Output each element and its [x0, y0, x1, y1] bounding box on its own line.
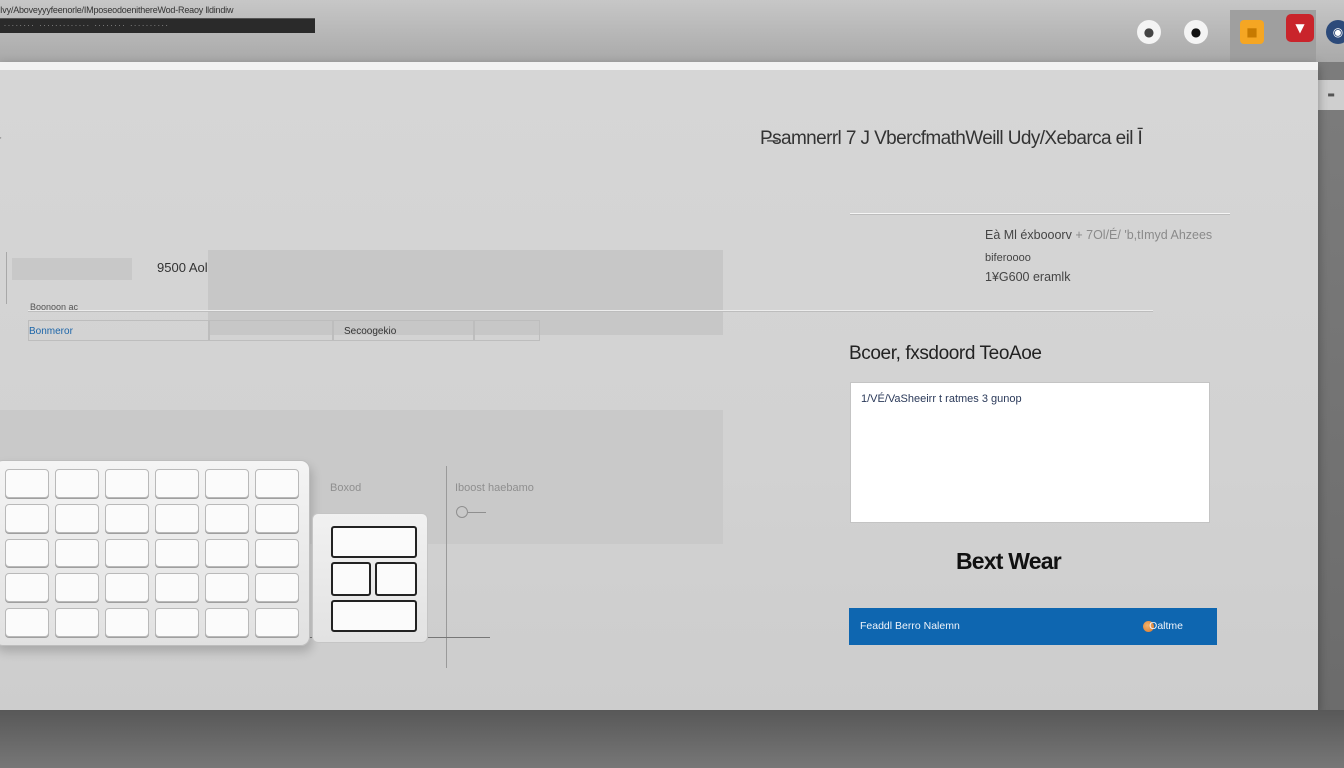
key — [105, 503, 149, 533]
window-title: Ivy/Aboveyyyfeenorle/IMposeodoenithereWo… — [0, 5, 234, 15]
key — [105, 573, 149, 603]
key — [255, 503, 299, 533]
key — [105, 469, 149, 498]
submit-button-secondary: Oaltme — [1149, 620, 1183, 632]
keypad-image — [312, 513, 428, 643]
key — [105, 608, 149, 637]
key — [55, 503, 99, 533]
field-input[interactable] — [12, 258, 132, 280]
keypad-key — [331, 562, 371, 596]
page-heading: P̶samnerrl 7 J VbercfmathWeill Udy/Xebar… — [760, 128, 1143, 149]
radio-icon[interactable] — [456, 506, 468, 518]
field-caption: Boonoon ac — [30, 302, 79, 312]
submit-button[interactable]: Feaddl Berro Nalemn Oaltme — [849, 608, 1217, 645]
key — [155, 573, 199, 603]
info-line-3: 1¥G600 eramlk — [985, 270, 1071, 284]
chat-icon[interactable]: ● — [1137, 20, 1161, 44]
key — [5, 538, 49, 568]
key — [5, 503, 49, 533]
key — [255, 538, 299, 568]
key — [5, 573, 49, 603]
tab-blank-2[interactable] — [474, 320, 540, 341]
amount-value: 9500 Aol — [157, 260, 208, 275]
key — [205, 469, 249, 498]
tab-bonmeror[interactable]: Bonmeror — [28, 320, 209, 341]
key — [5, 469, 49, 498]
package-icon[interactable]: ■ — [1240, 20, 1264, 44]
key — [205, 573, 249, 603]
eye-icon[interactable]: ◉ — [1326, 20, 1344, 44]
keyboard-label-1: Boxod — [330, 482, 362, 494]
key — [255, 608, 299, 637]
key — [5, 608, 49, 637]
form-divider — [28, 310, 1153, 311]
title-strip: ........ ............. ........ ........… — [0, 18, 315, 33]
desktop-bottom — [0, 710, 1344, 768]
tab-secoogekio[interactable]: Secoogekio — [333, 320, 474, 341]
form-border — [6, 252, 7, 304]
key — [255, 469, 299, 498]
radio-line — [468, 512, 486, 513]
key — [55, 573, 99, 603]
key — [255, 573, 299, 603]
info-line-2: biferoooo — [985, 252, 1031, 264]
key — [105, 538, 149, 568]
key — [205, 538, 249, 568]
message-textbox[interactable]: 1/VÉ/VaSheeirr t ratmes 3 gunop — [850, 382, 1210, 523]
key — [205, 608, 249, 637]
submit-button-label: Feaddl Berro Nalemn — [860, 620, 960, 632]
key — [55, 608, 99, 637]
key — [55, 469, 99, 498]
brand-label: Bext Wear — [956, 548, 1062, 574]
key — [155, 469, 199, 498]
keypad-key — [375, 562, 417, 596]
edge-mark: ' — [0, 136, 2, 145]
heading-divider — [850, 213, 1230, 214]
keypad-key — [331, 526, 417, 558]
key — [155, 503, 199, 533]
keyboard-label-2: Iboost haebamo — [455, 482, 534, 494]
key — [155, 608, 199, 637]
info-line-1-text: Eà Ml éxbooorv — [985, 228, 1072, 242]
shield-icon[interactable]: ▼ — [1286, 14, 1314, 42]
info-line-1: Eà Ml éxbooorv + 7Ol/É/ 'b,tImyd Ahzees — [985, 228, 1212, 242]
keyboard-image — [0, 460, 310, 646]
title-subtitle: ........ ............. ........ ........… — [4, 21, 170, 28]
side-tab[interactable]: ▬ — [1318, 80, 1344, 110]
info-line-1-faded: + 7Ol/É/ 'b,tImyd Ahzees — [1075, 228, 1213, 242]
dialog-title: Bcoer, fxsdoord TeoAoe — [849, 343, 1042, 364]
key — [205, 503, 249, 533]
profile-icon[interactable]: ● — [1184, 20, 1208, 44]
keypad-key — [331, 600, 417, 632]
key — [55, 538, 99, 568]
tab-blank-1[interactable] — [209, 320, 333, 341]
key — [155, 538, 199, 568]
main-window: ' P̶samnerrl 7 J VbercfmathWeill Udy/Xeb… — [0, 62, 1318, 710]
